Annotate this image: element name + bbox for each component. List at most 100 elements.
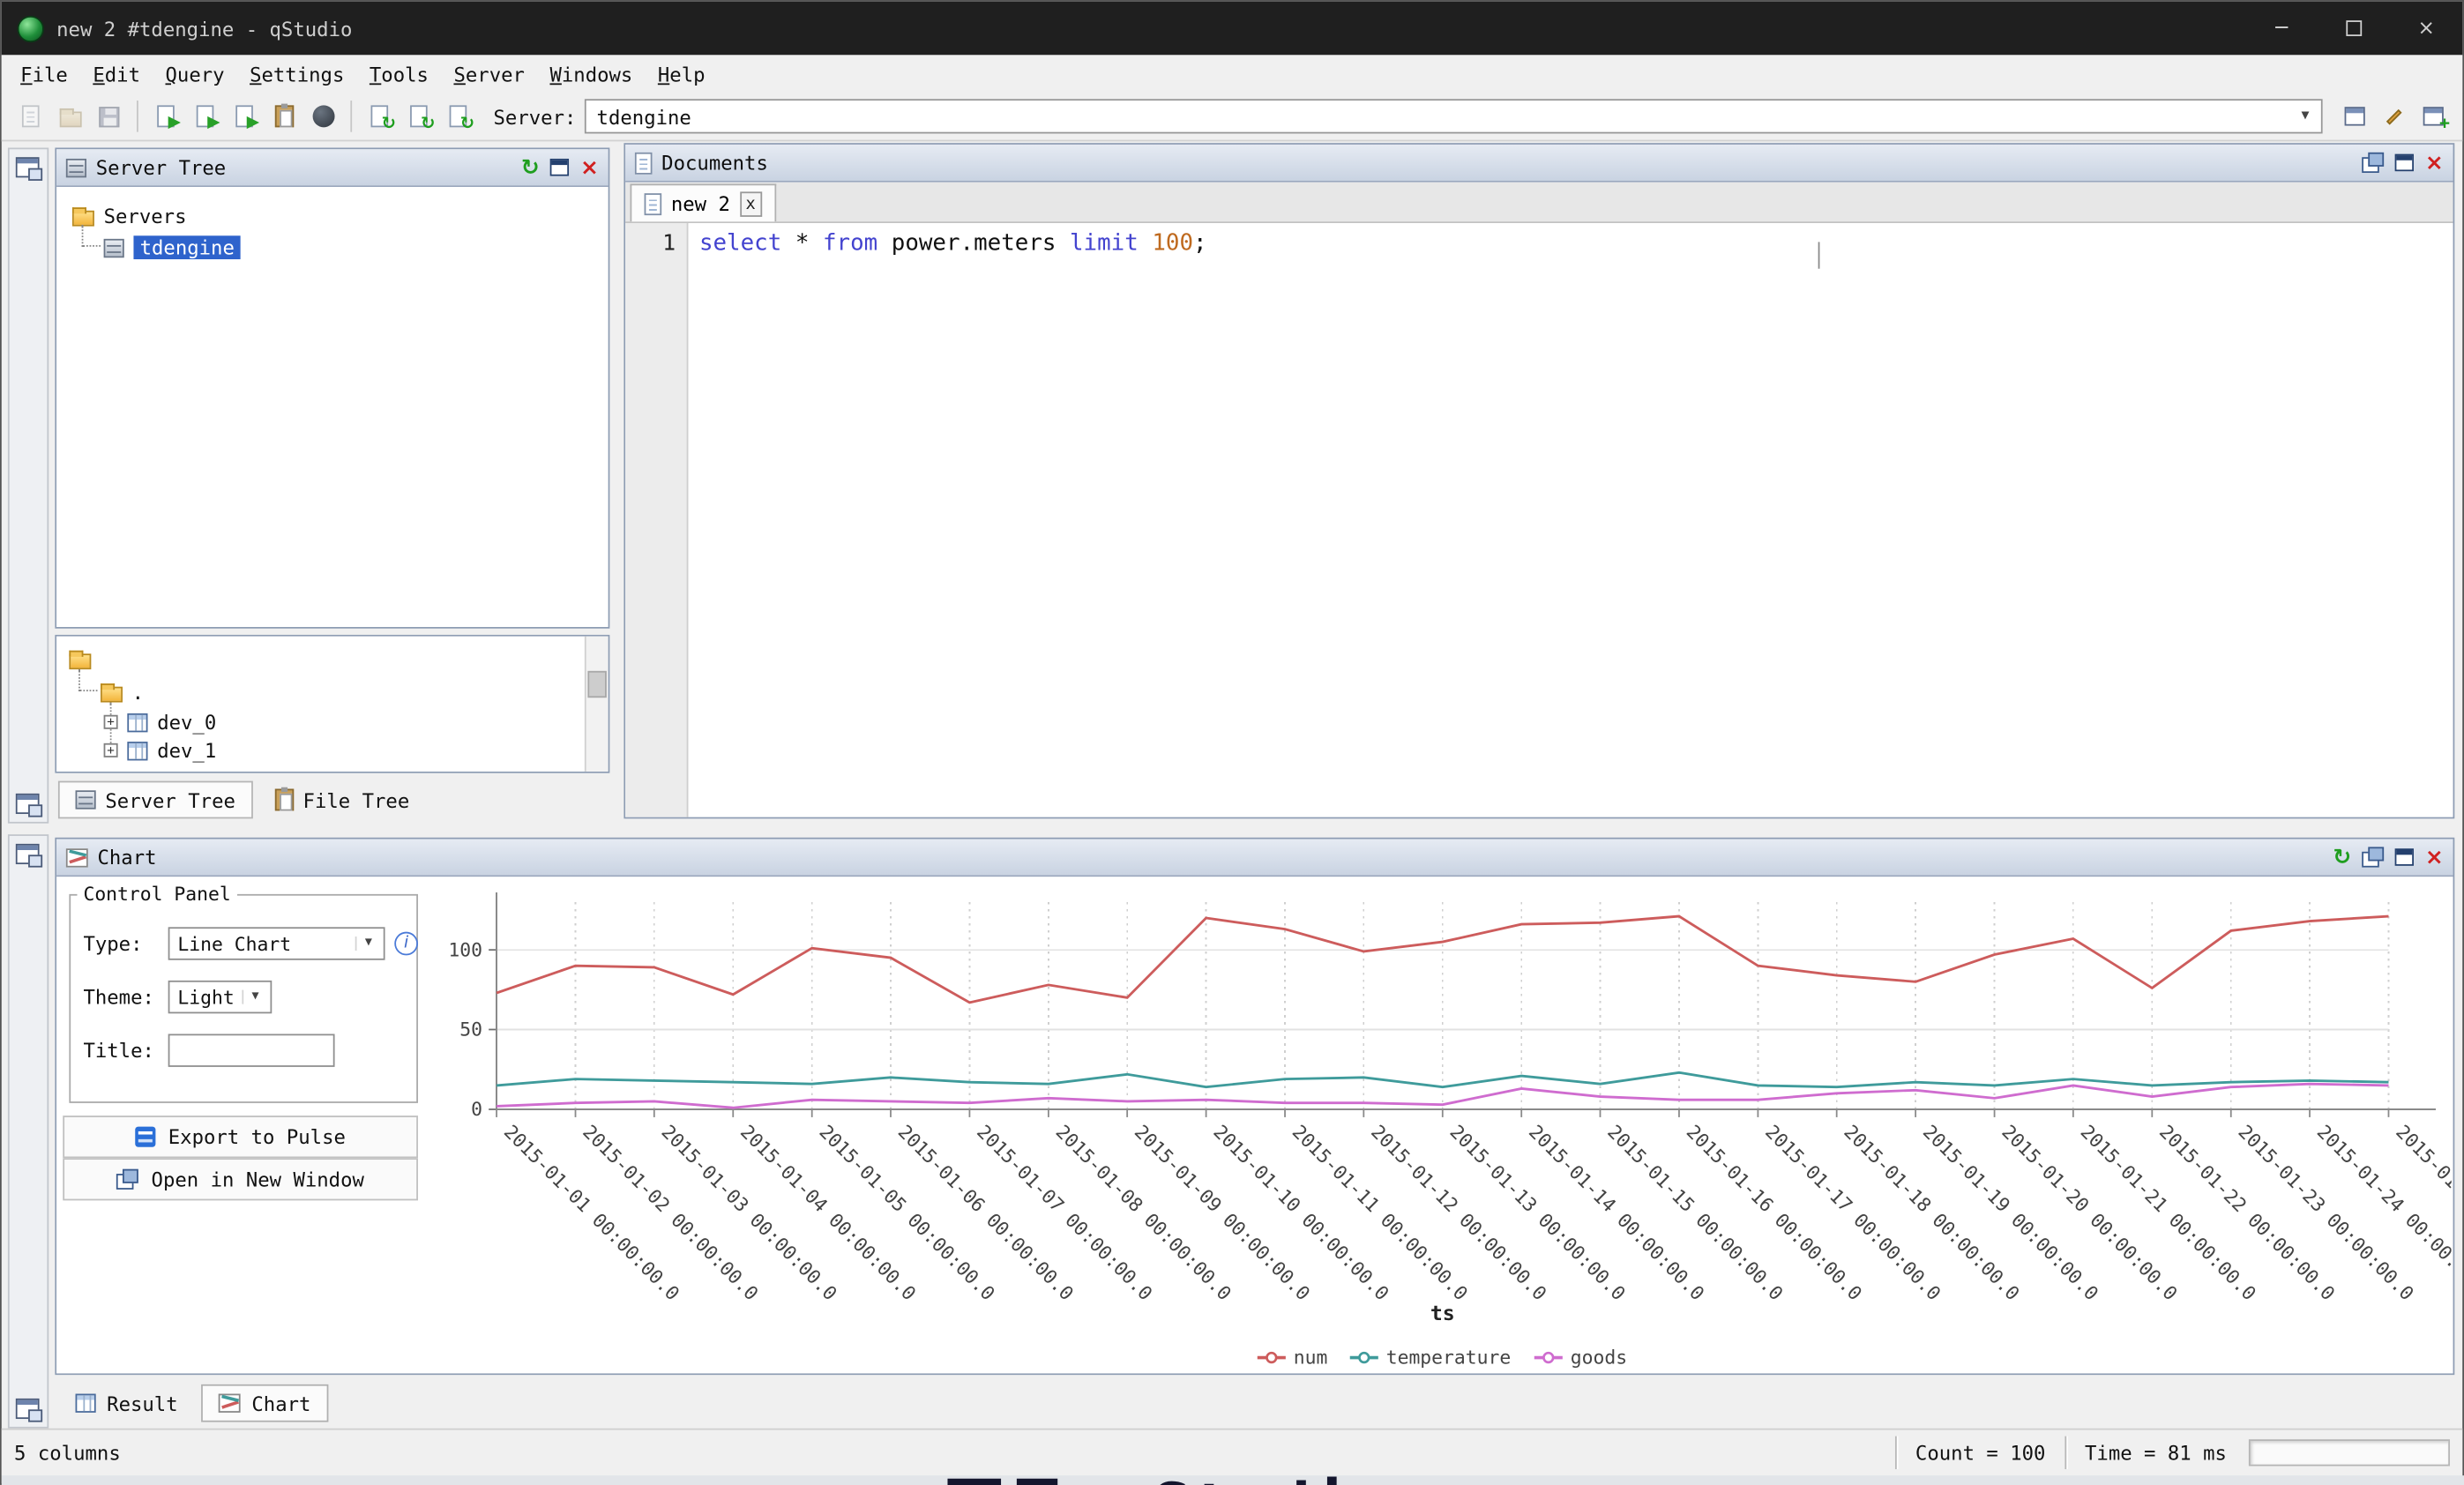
export-to-pulse-button[interactable]: Export to Pulse <box>63 1116 418 1158</box>
run-selection-button[interactable] <box>225 97 265 137</box>
paste-button[interactable] <box>264 97 303 137</box>
folder-icon <box>101 687 123 703</box>
control-panel-legend: Control Panel <box>77 883 237 905</box>
close-button[interactable]: × <box>2390 2 2462 56</box>
maximize-panel-icon[interactable] <box>550 159 569 176</box>
menu-tools[interactable]: Tools <box>357 57 442 90</box>
tab-chart[interactable]: Chart <box>201 1384 328 1422</box>
tab-result[interactable]: Result <box>58 1384 195 1422</box>
tab-file-tree[interactable]: File Tree <box>258 781 427 819</box>
server-tree-titlebar[interactable]: Server Tree ↻ × <box>56 149 608 187</box>
menu-edit[interactable]: Edit <box>80 57 153 90</box>
maximize-panel-icon[interactable] <box>2395 154 2414 172</box>
chart-theme-select[interactable]: Light ▾ <box>168 981 273 1013</box>
text-caret <box>1818 242 1820 268</box>
chevron-down-icon: ▾ <box>242 990 267 1004</box>
chart-tab-label: Chart <box>251 1392 310 1415</box>
menu-query[interactable]: Query <box>153 57 237 90</box>
toolbar-separator <box>350 101 352 132</box>
dock-panel-icon[interactable] <box>16 157 40 177</box>
tree-item-dev-1[interactable]: + dev_1 <box>104 738 217 762</box>
layout-button[interactable] <box>2335 97 2375 137</box>
dock-panel-icon[interactable] <box>16 1399 40 1419</box>
scrollbar[interactable] <box>585 637 609 772</box>
selected-server-name: tdengine <box>133 235 241 259</box>
tab-new-2[interactable]: new 2 x <box>631 183 776 221</box>
maximize-panel-icon[interactable] <box>2395 848 2414 866</box>
send-to-server-button[interactable] <box>438 97 478 137</box>
window-controls: ─ × <box>2245 2 2462 56</box>
table-name: dev_1 <box>157 738 216 762</box>
server-tree-title: Server Tree <box>96 155 227 179</box>
menu-settings[interactable]: Settings <box>237 57 357 90</box>
server-tree-tab-label: Server Tree <box>105 788 235 812</box>
run-query-button[interactable] <box>146 97 186 137</box>
menu-file[interactable]: File <box>8 57 80 90</box>
tree-connector <box>78 669 97 691</box>
pulse-icon <box>135 1127 155 1147</box>
expand-icon[interactable]: + <box>104 715 118 729</box>
run-current-line-button[interactable] <box>185 97 225 137</box>
open-in-new-window-button[interactable]: Open in New Window <box>63 1158 418 1200</box>
tab-server-tree[interactable]: Server Tree <box>58 781 253 819</box>
stop-query-icon <box>312 105 334 127</box>
maximize-button[interactable] <box>2318 2 2390 56</box>
chart-titlebar[interactable]: Chart ↻ × <box>56 840 2453 877</box>
reconnect-server-button[interactable] <box>399 97 439 137</box>
code-token-plain: ; <box>1193 231 1207 257</box>
status-bar: 5 columns Count = 100 Time = 81 ms <box>2 1429 2462 1475</box>
tree-item-dev-0[interactable]: + dev_0 <box>104 710 217 734</box>
status-columns: 5 columns <box>14 1441 121 1465</box>
minimize-button[interactable]: ─ <box>2245 2 2318 56</box>
refresh-icon[interactable]: ↻ <box>2333 847 2351 869</box>
refresh-icon[interactable]: ↻ <box>521 156 540 178</box>
result-tab-label: Result <box>107 1392 177 1415</box>
tree-item-tdengine[interactable]: tdengine <box>104 235 241 259</box>
close-panel-icon[interactable]: × <box>580 156 599 178</box>
server-icon <box>104 238 124 257</box>
close-panel-icon[interactable]: × <box>2425 152 2444 174</box>
dock-panel-icon[interactable] <box>16 794 40 814</box>
document-tab-bar: new 2 x <box>625 183 2453 223</box>
open-in-new-window-icon[interactable] <box>2363 847 2385 867</box>
object-tree: . + dev_0 + dev_1 <box>56 637 608 772</box>
edit-server-icon <box>2386 108 2402 124</box>
file-tree-tab-icon <box>274 789 293 811</box>
menu-help[interactable]: Help <box>646 57 718 90</box>
chart-tab-icon <box>219 1394 241 1413</box>
expand-icon[interactable]: + <box>104 743 118 757</box>
documents-titlebar[interactable]: Documents × <box>625 145 2453 183</box>
tree-item-root-folder[interactable] <box>69 649 91 669</box>
menu-server[interactable]: Server <box>441 57 537 90</box>
code-token-kw: select <box>699 231 781 257</box>
chart-type-select[interactable]: Line Chart ▾ <box>168 927 385 959</box>
chart-panel: Chart ↻ × Control Panel Type: Line Chart… <box>55 838 2454 1375</box>
close-icon: × <box>2418 18 2435 38</box>
tab-close-button[interactable]: x <box>740 190 762 216</box>
server-label: Server: <box>494 104 577 128</box>
info-icon[interactable]: i <box>394 932 418 956</box>
sql-editor[interactable]: 1 select * from power.meters limit 100; <box>625 223 2453 817</box>
server-tree-panel-icon <box>66 158 86 176</box>
server-selector[interactable]: tdengine ▾ <box>584 99 2322 133</box>
layout-icon <box>2345 107 2365 125</box>
scrollbar-thumb[interactable] <box>587 671 606 698</box>
documents-title: Documents <box>661 151 768 175</box>
server-tree: Servers tdengine <box>56 187 608 627</box>
stop-query-button[interactable] <box>303 97 343 137</box>
refresh-query-icon <box>371 105 389 127</box>
open-in-new-window-icon[interactable] <box>2363 153 2385 173</box>
control-panel: Control Panel Type: Line Chart ▾ i Theme… <box>69 883 418 1102</box>
menu-windows[interactable]: Windows <box>537 57 645 90</box>
qstudio-window: new 2 #tdengine - qStudio ─ × FileEditQu… <box>0 0 2464 1485</box>
tree-item-dot-folder[interactable]: . <box>101 681 144 705</box>
servers-root-label: Servers <box>104 205 187 228</box>
refresh-query-button[interactable] <box>360 97 399 137</box>
code-token-plain: * <box>781 231 823 257</box>
close-panel-icon[interactable]: × <box>2425 847 2444 869</box>
chart-title-input[interactable] <box>168 1034 335 1066</box>
dock-panel-icon[interactable] <box>16 844 40 864</box>
object-tree-panel: . + dev_0 + dev_1 <box>55 635 609 773</box>
edit-server-button[interactable] <box>2374 97 2414 137</box>
add-server-button[interactable] <box>2414 97 2453 137</box>
